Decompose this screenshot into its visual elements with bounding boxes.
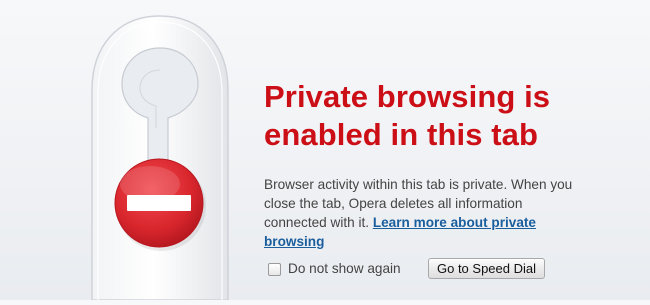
do-not-show-again-checkbox[interactable]	[268, 263, 281, 276]
do-not-show-again-label[interactable]: Do not show again	[288, 261, 401, 277]
no-entry-icon	[114, 158, 204, 248]
private-browsing-page: Private browsing is enabled in this tab …	[0, 0, 650, 301]
do-not-disturb-door-hanger-icon	[91, 15, 229, 301]
door-hanger-illustration	[80, 12, 240, 301]
page-actions: Do not show again Go to Speed Dial	[268, 258, 568, 282]
title-line-1: Private browsing is	[264, 79, 551, 114]
title-line-2: enabled in this tab	[264, 117, 539, 152]
private-browsing-description: Browser activity within this tab is priv…	[264, 175, 582, 251]
private-browsing-message: Private browsing is enabled in this tab …	[264, 78, 634, 251]
go-to-speed-dial-button[interactable]: Go to Speed Dial	[428, 258, 545, 279]
page-title: Private browsing is enabled in this tab	[264, 78, 634, 154]
